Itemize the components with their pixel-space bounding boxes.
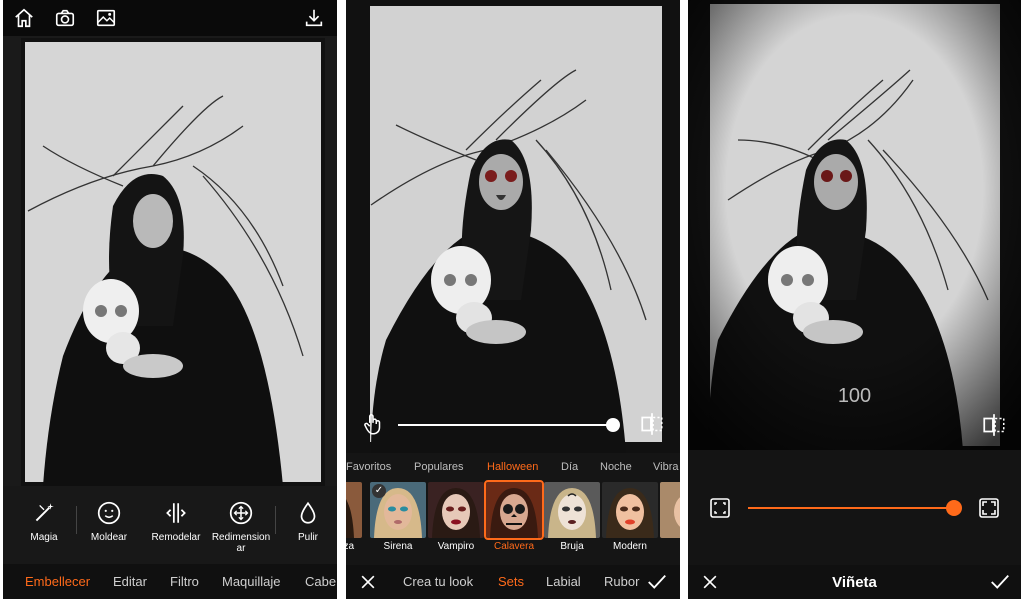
- tool-label: Moldear: [90, 532, 128, 543]
- intensity-slider-row: [346, 405, 680, 445]
- check-icon: ✓: [372, 484, 386, 498]
- category-vibra[interactable]: Vibra: [653, 461, 678, 473]
- tool-title: Viñeta: [832, 574, 877, 591]
- tool-moldear[interactable]: Moldear: [76, 500, 142, 543]
- tab-maquillaje[interactable]: Maquillaje: [222, 574, 281, 589]
- tool-label: Pulir: [297, 532, 318, 543]
- tab-labial[interactable]: Labial: [546, 574, 581, 589]
- tool-label: Remodelar: [151, 532, 201, 543]
- category-tabs: Embellecer Editar Filtro Maquillaje Cabe: [3, 564, 337, 599]
- category-favoritos[interactable]: Favoritos: [346, 461, 391, 473]
- tab-editar[interactable]: Editar: [113, 574, 147, 589]
- vignette-value: 100: [837, 385, 872, 407]
- intensity-slider-thumb[interactable]: [606, 418, 620, 432]
- thumb-vampiro[interactable]: [428, 482, 484, 538]
- tool-label: Redimension ar: [211, 532, 271, 554]
- touch-gesture-icon[interactable]: [360, 411, 386, 437]
- vignette-slider-track[interactable]: [748, 507, 953, 509]
- tools-bar: Magia Moldear Remodelar Redimension ar P…: [3, 486, 337, 564]
- close-icon[interactable]: [358, 572, 378, 592]
- tab-rubor[interactable]: Rubor: [604, 574, 639, 589]
- tool-label: Magia: [30, 532, 58, 543]
- home-icon[interactable]: [13, 7, 35, 29]
- reshape-icon: [166, 503, 186, 523]
- top-toolbar: [3, 0, 337, 36]
- thumb-sirena[interactable]: ✓: [370, 482, 426, 538]
- category-noche[interactable]: Noche: [600, 461, 632, 473]
- panel-maquillaje: Favoritos Populares Halloween Día Noche …: [346, 0, 680, 599]
- tool-remodelar[interactable]: Remodelar: [143, 500, 209, 543]
- tab-filtro[interactable]: Filtro: [170, 574, 199, 589]
- thumb-bruja[interactable]: [544, 482, 600, 538]
- category-dia[interactable]: Día: [561, 461, 578, 473]
- photo-makeup: [346, 0, 680, 453]
- thumb-modern[interactable]: [602, 482, 658, 538]
- vignette-slider-thumb[interactable]: [946, 500, 962, 516]
- compare-icon[interactable]: [981, 412, 1007, 438]
- look-thumbnails: aza ✓ Sirena Vampiro Calavera Bruja Mode…: [346, 479, 680, 565]
- checkmark-icon[interactable]: [646, 571, 668, 593]
- thumb-partial[interactable]: [346, 482, 362, 538]
- tool-pulir[interactable]: Pulir: [275, 500, 337, 543]
- panel-vineta: 100 Viñeta: [688, 0, 1021, 599]
- bottom-toolbar: Viñeta: [688, 565, 1021, 599]
- tab-cabello[interactable]: Cabe: [305, 574, 336, 589]
- tab-sets[interactable]: Sets: [498, 574, 524, 589]
- face-icon: [97, 501, 121, 525]
- resize-icon: [229, 501, 253, 525]
- drop-icon: [300, 501, 316, 524]
- magic-wand-icon: [35, 503, 54, 522]
- category-halloween[interactable]: Halloween: [487, 461, 538, 473]
- panel-embellecer: Magia Moldear Remodelar Redimension ar P…: [3, 0, 337, 599]
- tab-embellecer[interactable]: Embellecer: [25, 574, 90, 589]
- compare-icon[interactable]: [639, 411, 665, 437]
- gallery-icon[interactable]: [95, 7, 117, 29]
- download-icon[interactable]: [303, 7, 325, 29]
- tab-crea-tu-look[interactable]: Crea tu look: [403, 574, 473, 589]
- makeup-categories: Favoritos Populares Halloween Día Noche …: [346, 453, 680, 479]
- tool-redimensionar[interactable]: Redimension ar: [208, 500, 274, 554]
- intensity-slider-track[interactable]: [398, 424, 613, 426]
- category-populares[interactable]: Populares: [414, 461, 464, 473]
- camera-icon[interactable]: [54, 7, 76, 29]
- photo-original: [3, 36, 337, 486]
- thumb-partial-right[interactable]: [660, 482, 680, 538]
- vignette-min-icon[interactable]: [708, 496, 732, 520]
- photo-vignette: [688, 0, 1021, 450]
- vignette-max-icon[interactable]: [977, 496, 1001, 520]
- thumb-calavera[interactable]: [484, 480, 544, 540]
- tool-magia[interactable]: Magia: [11, 500, 77, 543]
- thumb-label: Modern: [613, 541, 647, 552]
- vignette-controls: [688, 450, 1021, 565]
- checkmark-icon[interactable]: [989, 571, 1011, 593]
- bottom-toolbar: Crea tu look Sets Labial Rubor: [346, 565, 680, 599]
